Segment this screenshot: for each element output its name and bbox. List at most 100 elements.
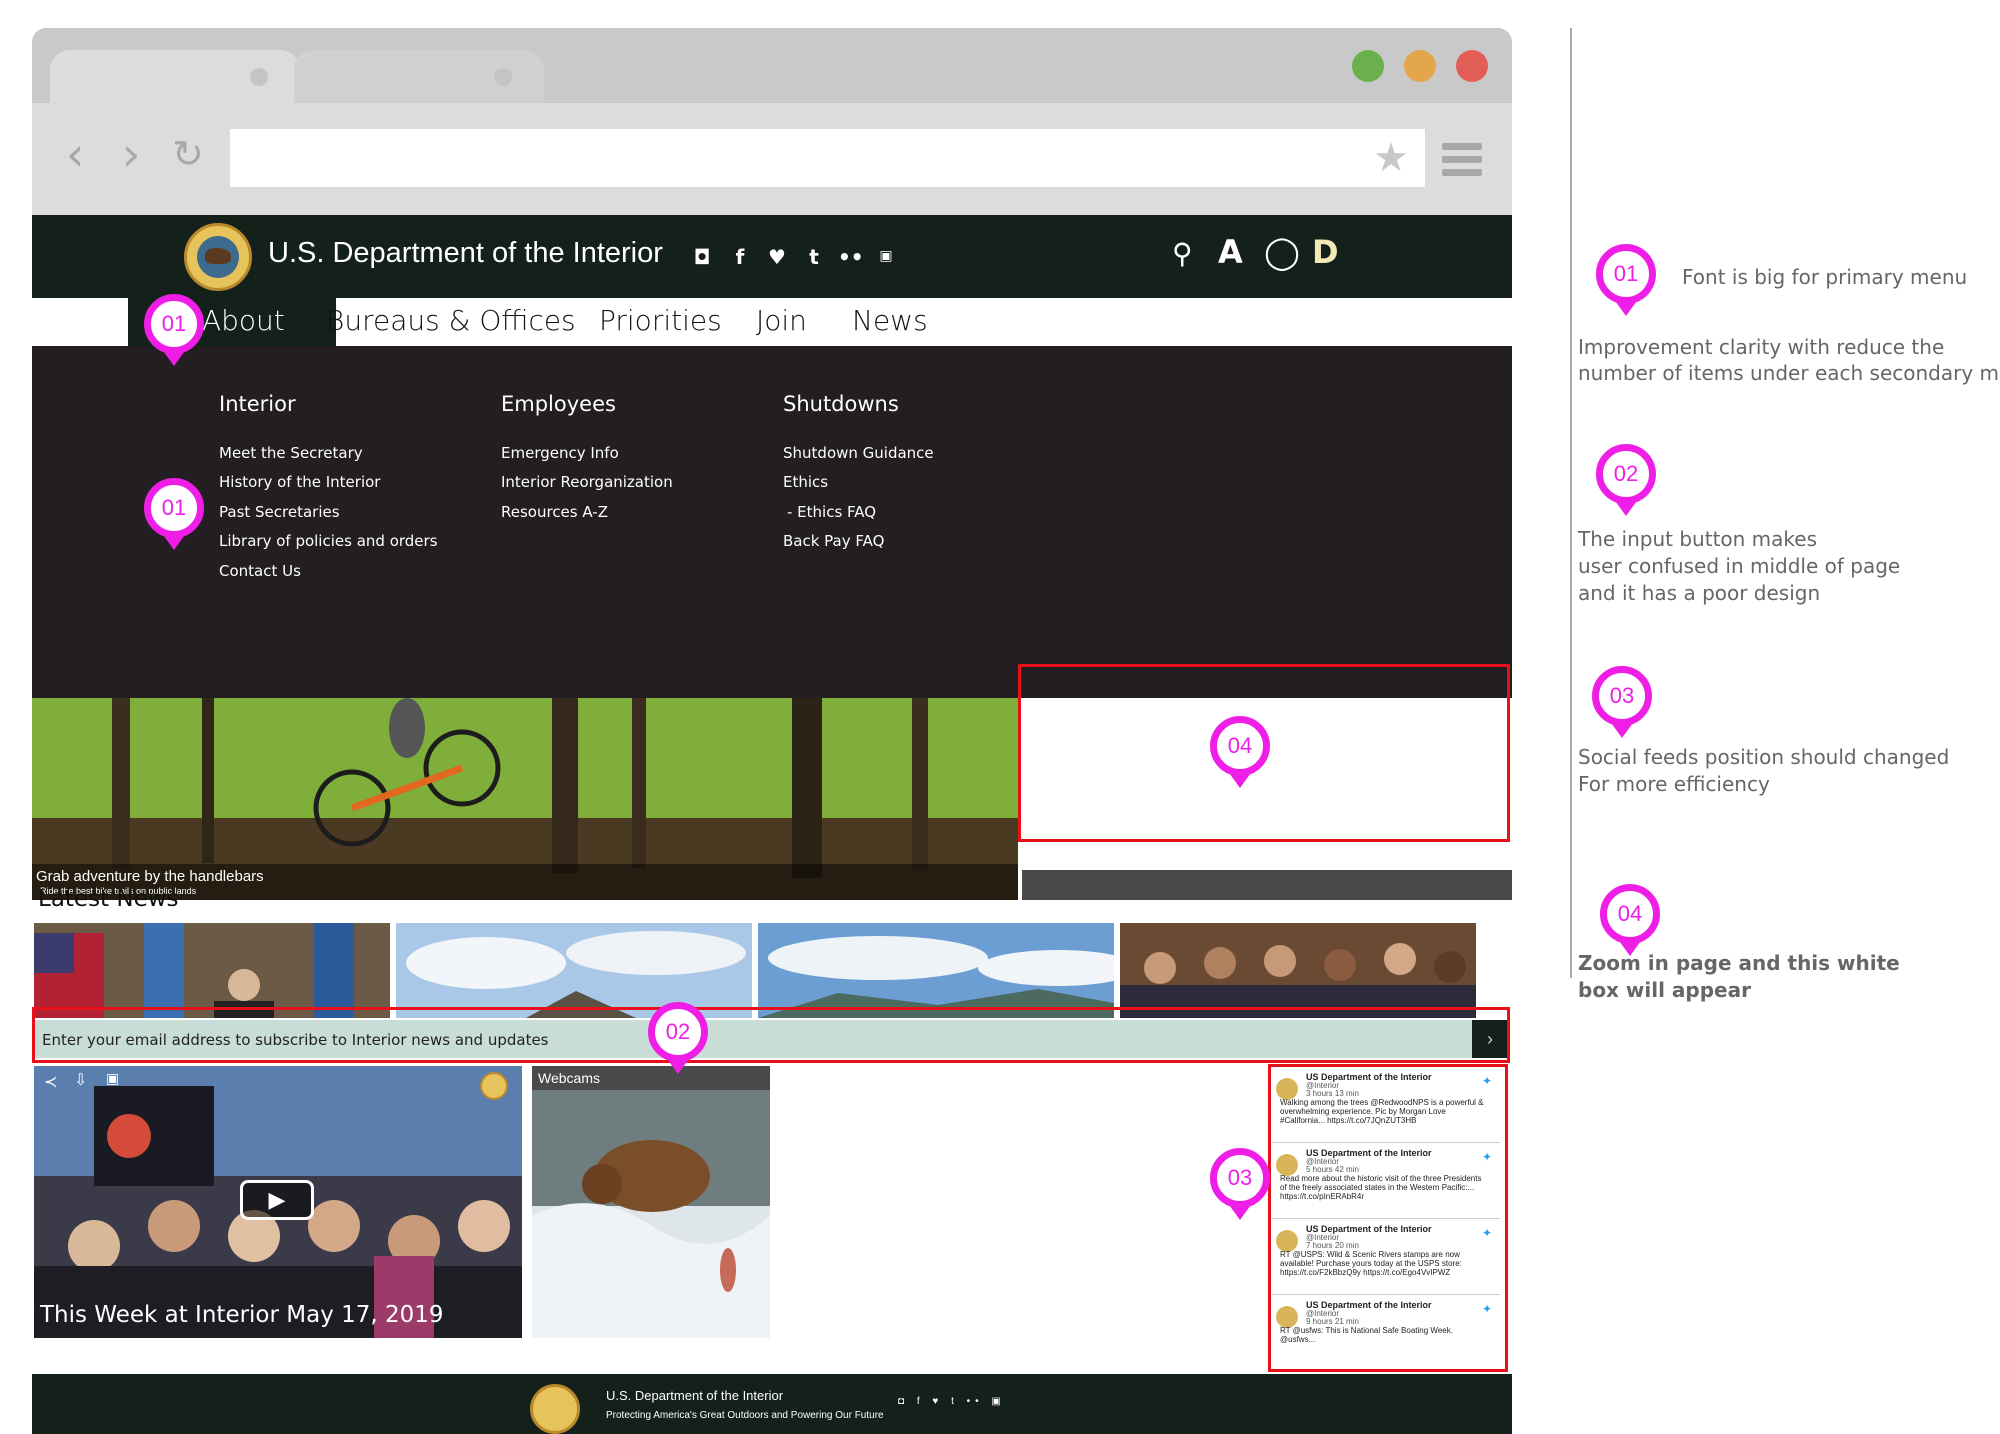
site-title[interactable]: U.S. Department of the Interior xyxy=(268,237,663,270)
instagram-icon[interactable]: ◘ xyxy=(690,245,714,269)
text-size-icon[interactable]: A xyxy=(1218,233,1243,271)
news-image-sky xyxy=(396,923,752,1018)
annotation-pin-01: 01 xyxy=(144,478,204,538)
share-icon[interactable]: ≺ xyxy=(44,1072,57,1092)
note-pin-04: 04 xyxy=(1600,884,1660,944)
menu-link[interactable]: Past Secretaries xyxy=(219,503,340,521)
note-pin-03: 03 xyxy=(1592,666,1652,726)
channel-logo xyxy=(480,1072,508,1100)
maximize-icon[interactable] xyxy=(1352,50,1384,82)
menu-link[interactable]: Shutdown Guidance xyxy=(783,444,934,462)
nav-priorities[interactable]: Priorities xyxy=(599,304,722,337)
footer-seal-logo[interactable] xyxy=(530,1384,580,1434)
menu-col-title-shutdowns: Shutdowns xyxy=(783,392,899,416)
note-03-line: Social feeds position should changed xyxy=(1578,745,1950,769)
hero-right-bar xyxy=(1022,870,1512,900)
d-icon[interactable]: D xyxy=(1312,233,1339,271)
play-button[interactable]: ▶ xyxy=(240,1180,314,1220)
annotation-pin-03: 03 xyxy=(1210,1148,1270,1208)
about-mega-menu: Interior Meet the Secretary History of t… xyxy=(32,346,1512,698)
browser-tab-1[interactable] xyxy=(50,50,300,104)
pin-tip xyxy=(161,532,187,550)
nav-bureaus-offices[interactable]: Bureaus & Offices xyxy=(326,304,576,337)
pin-tip xyxy=(1613,498,1639,516)
nav-about[interactable]: About xyxy=(202,304,285,337)
tab-bar xyxy=(32,28,1512,104)
note-04-line: box will appear xyxy=(1578,978,1751,1002)
panel-divider xyxy=(1570,28,1572,978)
download-icon[interactable]: ⇩ xyxy=(74,1070,87,1090)
browser-tab-2[interactable] xyxy=(294,50,544,104)
note-01-line: Font is big for primary menu xyxy=(1682,265,1968,289)
site-footer: U.S. Department of the Interior Protecti… xyxy=(32,1374,1512,1434)
note-04-line: Zoom in page and this white xyxy=(1578,951,1900,975)
nav-join[interactable]: Join xyxy=(756,304,807,337)
contrast-icon[interactable]: ◯ xyxy=(1264,233,1300,271)
news-thumb-1[interactable] xyxy=(34,923,390,1018)
note-01-line: number of items under each secondary men… xyxy=(1578,361,2000,385)
menu-link[interactable]: Library of policies and orders xyxy=(219,532,438,550)
news-image-students xyxy=(1120,923,1476,1018)
note-02-line: user confused in middle of page xyxy=(1578,554,1901,578)
reload-icon[interactable]: ↻ xyxy=(172,135,204,173)
news-thumb-4[interactable] xyxy=(1120,923,1476,1018)
tab-close-icon[interactable] xyxy=(494,68,512,86)
video-title[interactable]: This Week at Interior May 17, 2019 xyxy=(40,1302,444,1328)
news-thumb-2[interactable] xyxy=(396,923,752,1018)
address-bar[interactable]: ★ xyxy=(230,129,1425,187)
webcams-label: Webcams xyxy=(538,1070,600,1086)
menu-link[interactable]: Meet the Secretary xyxy=(219,444,363,462)
note-02-line: The input button makes xyxy=(1578,527,1818,551)
menu-link[interactable]: Emergency Info xyxy=(501,444,619,462)
menu-icon-bar xyxy=(1442,169,1482,176)
note-pin-01: 01 xyxy=(1596,244,1656,304)
menu-icon-bar xyxy=(1442,156,1482,163)
menu-link[interactable]: - Ethics FAQ xyxy=(787,503,876,521)
video-player[interactable]: ≺ ⇩ ▣ ▶ This Week at Interior May 17, 20… xyxy=(34,1066,522,1338)
menu-link[interactable]: Ethics xyxy=(783,473,828,491)
primary-nav: About Bureaus & Offices Priorities Join … xyxy=(32,298,1512,346)
tab-close-icon[interactable] xyxy=(250,68,268,86)
flickr-icon[interactable]: •• xyxy=(838,245,864,269)
latest-news-title: Latest News xyxy=(38,886,179,912)
minimize-icon[interactable] xyxy=(1404,50,1436,82)
twitter-icon[interactable]: ♥ xyxy=(765,245,789,269)
note-03-line: For more efficiency xyxy=(1578,772,1770,796)
browser-toolbar: ‹ › ↻ ★ xyxy=(32,103,1512,215)
highlight-box-03 xyxy=(1268,1064,1508,1372)
news-thumb-3[interactable] xyxy=(758,923,1114,1018)
browser-window: ‹ › ↻ ★ U.S. Department of the Interior … xyxy=(32,28,1512,1434)
menu-icon[interactable] xyxy=(1442,143,1482,150)
footer-tagline: Protecting America's Great Outdoors and … xyxy=(606,1410,884,1421)
note-02-line: and it has a poor design xyxy=(1578,581,1821,605)
menu-link[interactable]: Interior Reorganization xyxy=(501,473,673,491)
footer-social-icons[interactable]: ◘ f ♥ t •• ▣ xyxy=(898,1396,1006,1407)
pin-tip xyxy=(1613,298,1639,316)
pin-tip xyxy=(161,348,187,366)
menu-link[interactable]: Resources A-Z xyxy=(501,503,608,521)
bookmark-star-icon[interactable]: ★ xyxy=(1373,135,1409,181)
annotation-pin-02: 02 xyxy=(648,1002,708,1062)
tumblr-icon[interactable]: t xyxy=(802,245,826,269)
menu-link[interactable]: History of the Interior xyxy=(219,473,380,491)
menu-link[interactable]: Contact Us xyxy=(219,562,301,580)
footer-title: U.S. Department of the Interior xyxy=(606,1388,784,1403)
youtube-icon[interactable]: ▣ xyxy=(874,248,898,264)
bear-waterfall-image xyxy=(532,1066,770,1338)
close-window-icon[interactable] xyxy=(1456,50,1488,82)
doi-seal-logo[interactable] xyxy=(184,223,252,291)
hero-caption: Grab adventure by the handlebars xyxy=(36,868,264,885)
search-icon[interactable]: ⚲ xyxy=(1172,237,1193,270)
youtube-icon[interactable]: ▣ xyxy=(106,1070,119,1087)
hero-banner[interactable]: Grab adventure by the handlebars Ride th… xyxy=(32,698,1018,900)
news-image-officials xyxy=(34,923,390,1018)
facebook-icon[interactable]: f xyxy=(728,245,752,269)
menu-link[interactable]: Back Pay FAQ xyxy=(783,532,884,550)
back-arrow-icon[interactable]: ‹ xyxy=(66,131,84,177)
menu-col-title-interior: Interior xyxy=(219,392,296,416)
forward-arrow-icon[interactable]: › xyxy=(122,131,140,177)
news-image-mountains xyxy=(758,923,1114,1018)
webcams-card[interactable]: Webcams xyxy=(532,1066,770,1338)
nav-news[interactable]: News xyxy=(852,304,928,337)
pin-tip xyxy=(1227,1202,1253,1220)
